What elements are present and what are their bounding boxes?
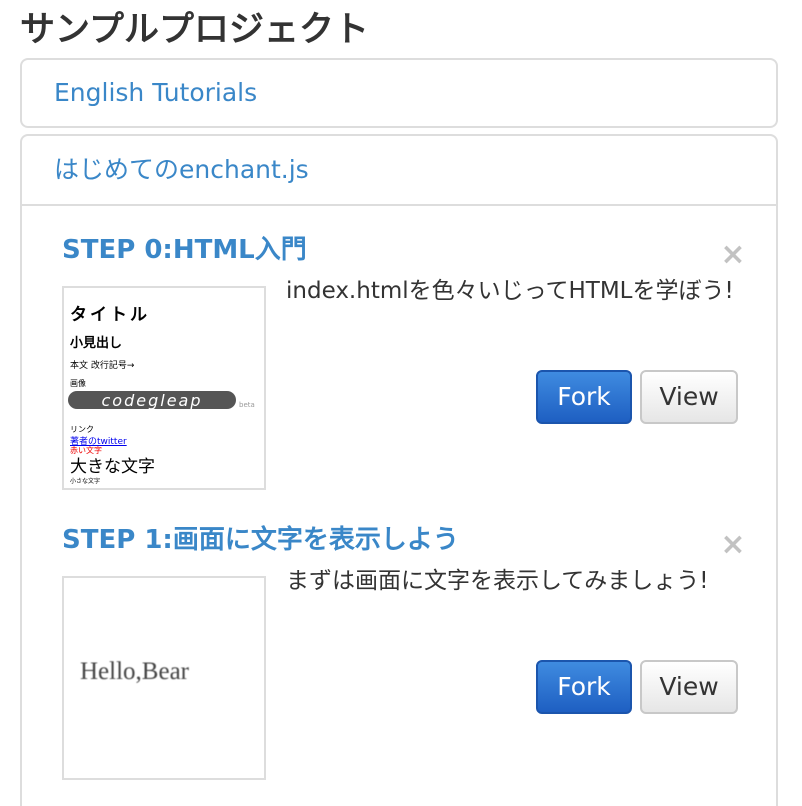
page: サンプルプロジェクト English Tutorials はじめてのenchan… [0, 0, 802, 806]
thumb-small-text: 小さな文字 [70, 478, 101, 485]
close-icon[interactable]: × [718, 530, 748, 560]
enchant-intro-link[interactable]: はじめてのenchant.js [54, 155, 309, 184]
fork-button[interactable]: Fork [536, 370, 632, 424]
svg-text:beta: beta [239, 401, 255, 409]
view-button[interactable]: View [640, 370, 738, 424]
thumb-hello-text: Hello,Bear [80, 658, 189, 685]
panel-heading-english: English Tutorials [22, 60, 776, 128]
svg-text:codegleap: codegleap [102, 391, 203, 410]
thumb-subheading: 小見出し [70, 336, 123, 351]
step-description: まずは画面に文字を表示してみましょう! [286, 568, 709, 594]
view-button[interactable]: View [640, 660, 738, 714]
step-item: STEP 1:画面に文字を表示しよう × Hello,Bear まずは画面に文字… [62, 520, 746, 790]
step-description: index.htmlを色々いじってHTMLを学ぼう! [286, 278, 734, 304]
step-thumbnail[interactable]: タイトル 小見出し 本文 改行記号→ 画像 codegleap beta リンク… [62, 286, 266, 490]
step-thumbnail[interactable]: Hello,Bear [62, 576, 266, 780]
thumb-body-text: 本文 改行記号→ [70, 361, 135, 371]
english-tutorials-link[interactable]: English Tutorials [54, 78, 257, 107]
fork-button[interactable]: Fork [536, 660, 632, 714]
step-title[interactable]: STEP 1:画面に文字を表示しよう [62, 520, 459, 560]
page-title: サンプルプロジェクト [20, 10, 369, 50]
step-item: STEP 0:HTML入門 × タイトル 小見出し 本文 改行記号→ 画像 co… [62, 230, 746, 500]
panel-heading-enchant: はじめてのenchant.js [22, 136, 776, 206]
thumb-big-text: 大きな文字 [70, 457, 155, 477]
codegleap-logo: codegleap beta [68, 388, 260, 416]
thumb-heading: タイトル [70, 305, 150, 325]
close-icon[interactable]: × [718, 240, 748, 270]
step-title[interactable]: STEP 0:HTML入門 [62, 230, 307, 270]
panel-enchant-intro: はじめてのenchant.js STEP 0:HTML入門 × タイトル 小見出… [20, 134, 778, 806]
panel-english-tutorials: English Tutorials [20, 58, 778, 128]
